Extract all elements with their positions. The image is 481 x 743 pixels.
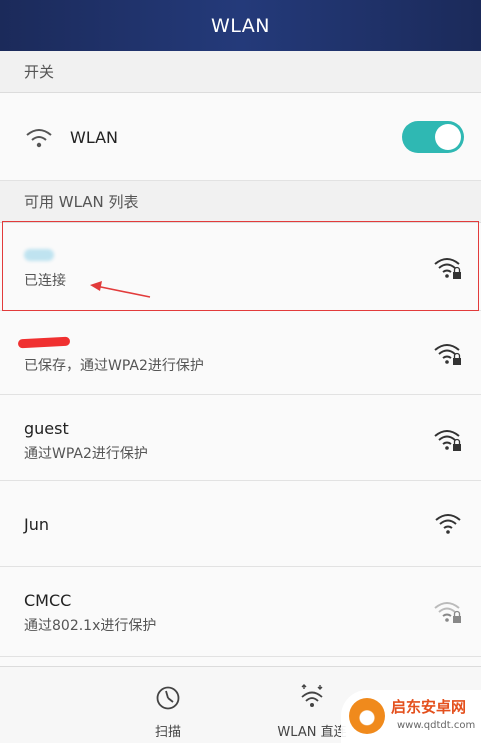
title-bar: WLAN [0,0,481,51]
scan-button[interactable]: 扫描 [128,667,208,743]
wifi-lock-icon [434,344,461,365]
network-name: CMCC [24,591,72,610]
wifi-weak-lock-icon [434,602,461,623]
network-status: 通过WPA2进行保护 [24,446,148,462]
network-name: guest [24,419,69,438]
network-status: 通过802.1x进行保护 [24,618,157,634]
wifi-lock-icon [434,258,461,279]
watermark: 启东安卓网 www.qdtdt.com [341,690,481,743]
network-row-guest[interactable]: guest 通过WPA2进行保护 [0,395,481,481]
page-title: WLAN [210,14,271,37]
wlan-direct-label: WLAN 直连 [277,725,347,740]
watermark-logo [349,698,385,734]
wifi-lock-icon [434,430,461,451]
network-row-connected[interactable]: 已连接 [0,223,481,311]
wifi-icon [26,129,52,148]
wlan-toggle[interactable] [402,121,464,153]
scan-icon [156,686,180,710]
wlan-label: WLAN [70,128,119,147]
list-spacer [0,657,481,666]
wlan-switch-row[interactable]: WLAN [0,93,481,181]
watermark-title: 启东安卓网 [391,698,467,716]
network-status: 已保存，通过WPA2进行保护 [24,358,204,374]
network-list-header: 可用 WLAN 列表 [0,181,481,223]
switch-section-header: 开关 [0,51,481,93]
network-row-jun[interactable]: Jun [0,481,481,567]
switch-section-label: 开关 [24,63,55,81]
network-list-label: 可用 WLAN 列表 [24,193,139,211]
network-name: Jun [24,515,49,534]
network-row-saved[interactable]: 已保存，通过WPA2进行保护 [0,311,481,395]
toggle-knob [435,124,461,150]
wlan-direct-button[interactable]: WLAN 直连 [272,667,352,743]
redacted-network-name [17,336,71,349]
wifi-icon [435,514,461,534]
watermark-url: www.qdtdt.com [397,720,476,731]
wlan-direct-icon [301,684,323,707]
network-row-cmcc[interactable]: CMCC 通过802.1x进行保护 [0,567,481,657]
blurred-network-name [24,249,54,261]
scan-label: 扫描 [154,725,181,740]
network-status: 已连接 [24,273,66,289]
